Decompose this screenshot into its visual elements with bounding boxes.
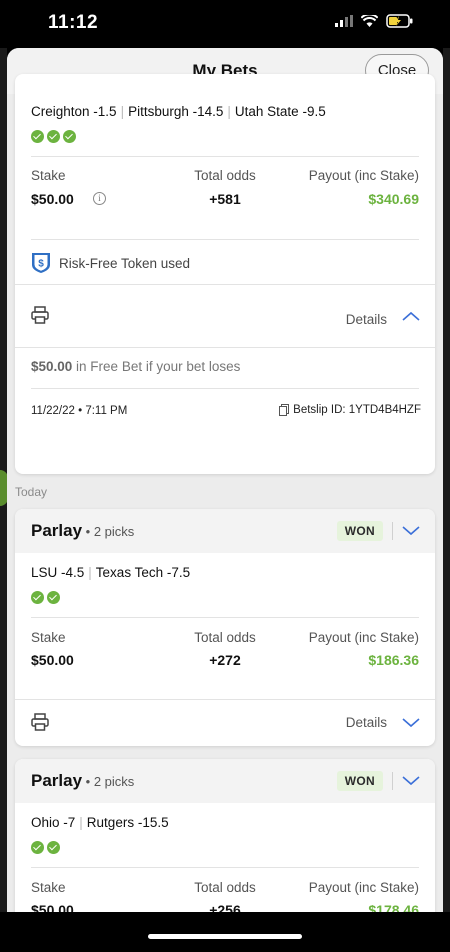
bet-type-label: Parlay <box>31 771 83 790</box>
divider <box>31 867 419 868</box>
payout-label: Payout (inc Stake) <box>308 630 419 645</box>
bet-card-1: Creighton -1.5 | Pittsburgh -14.5 | Utah Sta… <box>15 74 435 474</box>
bet-card-3: Parlay • 2 picks WON Ohio -7 | Rutgers -15… <box>15 759 435 912</box>
chevron-down-icon[interactable] <box>401 525 421 537</box>
details-link[interactable]: Details <box>346 312 387 327</box>
stake-label: Stake <box>31 168 66 183</box>
pick: LSU -4.5 <box>31 565 85 580</box>
pick: Rutgers -15.5 <box>86 815 169 830</box>
divider <box>15 284 435 285</box>
token-text: Risk-Free Token used <box>59 255 191 271</box>
pick: Pittsburgh -14.5 <box>128 104 224 119</box>
status-icons <box>335 14 414 28</box>
pick: Utah State -9.5 <box>234 104 326 119</box>
bet-type: Parlay • 2 picks <box>31 521 134 541</box>
divider <box>31 239 419 240</box>
payout-value: $178.46 <box>368 902 419 912</box>
pick: Texas Tech -7.5 <box>95 565 191 580</box>
pick-separator: | <box>79 815 83 830</box>
total-odds-value: +581 <box>209 191 241 207</box>
wifi-icon <box>361 15 378 27</box>
right-edge <box>443 0 450 952</box>
my-bets-sheet: My Bets Close Creighton -1.5 | Pittsburgh … <box>7 48 443 912</box>
stake-label: Stake <box>31 630 66 645</box>
section-label-today: Today <box>15 485 48 499</box>
stake-value: $50.00 <box>31 191 74 207</box>
signal-icon <box>335 15 353 27</box>
card-header[interactable]: Parlay • 2 picks WON <box>15 509 435 553</box>
free-bet-amount: $50.00 <box>31 359 73 374</box>
pick-results <box>31 841 60 854</box>
picks-line: Ohio -7 | Rutgers -15.5 <box>31 815 169 830</box>
picks-count: • 2 picks <box>82 524 135 539</box>
payout-label: Payout (inc Stake) <box>308 880 419 895</box>
bet-type: Parlay • 2 picks <box>31 771 134 791</box>
stake-value: $50.00 <box>31 652 74 668</box>
bet-card-2: Parlay • 2 picks WON LSU -4.5 | Texas Tech… <box>15 509 435 746</box>
pick: Creighton -1.5 <box>31 104 117 119</box>
check-icon <box>31 130 44 143</box>
stake-label: Stake <box>31 880 66 895</box>
divider <box>31 617 419 618</box>
free-bet-text: in Free Bet if your bet loses <box>72 359 241 374</box>
risk-free-token: $ Risk-Free Token used <box>31 252 190 274</box>
chevron-down-icon[interactable] <box>401 775 421 787</box>
total-odds-value: +256 <box>209 902 241 912</box>
print-icon[interactable] <box>31 306 49 324</box>
check-icon <box>31 841 44 854</box>
check-icon <box>31 591 44 604</box>
battery-charging-icon <box>386 14 413 28</box>
header-separator <box>392 522 393 540</box>
divider <box>15 699 435 700</box>
bets-list[interactable]: Creighton -1.5 | Pittsburgh -14.5 | Utah Sta… <box>7 74 443 912</box>
picks-line: LSU -4.5 | Texas Tech -7.5 <box>31 565 190 580</box>
bet-date: 11/22/22 • 7:11 PM <box>31 405 128 417</box>
total-odds-label: Total odds <box>194 630 256 645</box>
status-badge: WON <box>336 521 383 541</box>
copy-icon <box>279 404 290 416</box>
payout-label: Payout (inc Stake) <box>308 168 419 183</box>
check-icon <box>47 591 60 604</box>
chevron-up-icon[interactable] <box>401 310 421 322</box>
home-bar <box>0 912 450 952</box>
status-badge: WON <box>336 771 383 791</box>
info-icon[interactable]: i <box>93 192 106 205</box>
pick-separator: | <box>88 565 92 580</box>
card-header[interactable]: Parlay • 2 picks WON <box>15 759 435 803</box>
divider <box>15 347 435 348</box>
chevron-down-icon[interactable] <box>401 717 421 729</box>
home-indicator[interactable] <box>148 934 302 939</box>
svg-text:$: $ <box>38 259 44 270</box>
shield-dollar-icon: $ <box>32 253 50 273</box>
pick: Ohio -7 <box>31 815 76 830</box>
check-icon <box>47 130 60 143</box>
total-odds-label: Total odds <box>194 880 256 895</box>
pick-separator: | <box>120 104 125 119</box>
payout-value: $186.36 <box>368 652 419 668</box>
status-bar: 11:12 <box>0 0 450 48</box>
total-odds-label: Total odds <box>194 168 256 183</box>
divider <box>31 156 419 157</box>
pick-results <box>31 591 60 604</box>
bet-type-label: Parlay <box>31 521 83 540</box>
pick-separator: | <box>227 104 231 119</box>
betslip-id[interactable]: Betslip ID: 1YTD4B4HZF <box>279 404 421 416</box>
status-time: 11:12 <box>48 12 99 33</box>
check-icon <box>47 841 60 854</box>
total-odds-value: +272 <box>209 652 241 668</box>
payout-value: $340.69 <box>368 191 419 207</box>
free-bet-note: $50.00 in Free Bet if your bet loses <box>31 359 240 374</box>
print-icon[interactable] <box>31 713 49 731</box>
pick-results <box>31 130 76 143</box>
header-separator <box>392 772 393 790</box>
check-icon <box>63 130 76 143</box>
details-link[interactable]: Details <box>346 715 387 730</box>
stake-value: $50.00 <box>31 902 74 912</box>
betslip-id-text: Betslip ID: 1YTD4B4HZF <box>293 404 421 416</box>
picks-line: Creighton -1.5 | Pittsburgh -14.5 | Utah Sta… <box>31 104 326 119</box>
picks-count: • 2 picks <box>82 774 135 789</box>
divider <box>31 388 419 389</box>
